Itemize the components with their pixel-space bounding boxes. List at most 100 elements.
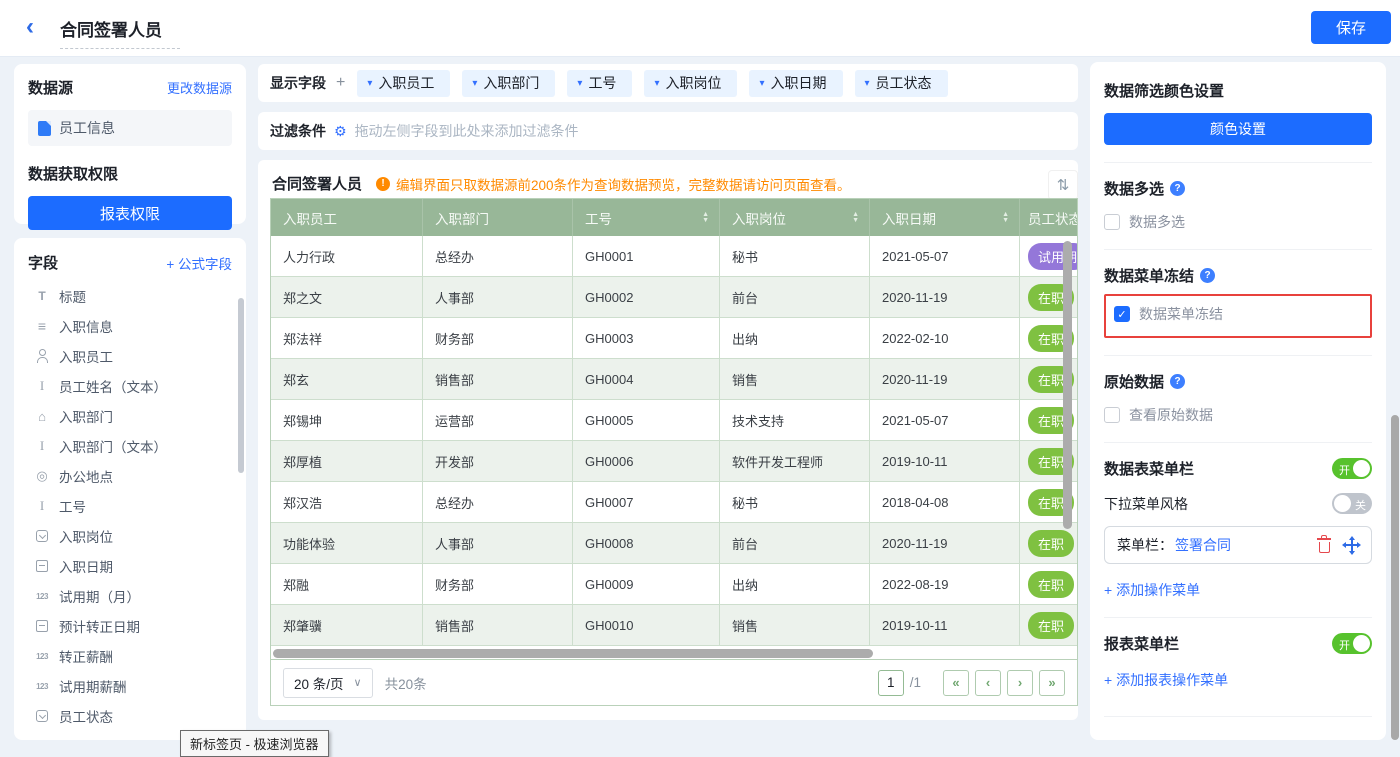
field-item[interactable]: 工号 [28, 491, 232, 521]
move-icon[interactable] [1344, 538, 1359, 553]
last-page-button[interactable]: » [1039, 670, 1065, 696]
menu-item-link[interactable]: 签署合同 [1175, 535, 1231, 555]
table-header-row: 入职员工入职部门 工号▲▼入职岗位▲▼入职日期▲▼员工状态 [271, 199, 1077, 236]
table-row[interactable]: 功能体验人事部GH0008前台2020-11-19在职 [271, 523, 1077, 564]
menu-item-prefix: 菜单栏： [1117, 535, 1173, 555]
window-scrollbar[interactable] [1391, 415, 1399, 740]
display-field-chip[interactable]: ▾入职日期 [749, 70, 842, 97]
table-column-header[interactable]: 入职日期▲▼ [870, 199, 1020, 236]
field-item[interactable]: 试用期薪酬 [28, 671, 232, 701]
first-page-button[interactable]: « [943, 670, 969, 696]
field-item[interactable]: 入职部门（文本） [28, 431, 232, 461]
display-field-chip[interactable]: ▾入职岗位 [644, 70, 737, 97]
table-cell: 郑肇骥 [271, 605, 423, 645]
back-icon[interactable]: ‹ [26, 13, 34, 41]
sort-arrows-icon[interactable]: ▲▼ [1002, 212, 1009, 224]
field-item[interactable]: 转正薪酬 [28, 641, 232, 671]
field-item[interactable]: 入职日期 [28, 551, 232, 581]
select-icon [36, 530, 48, 542]
table-cell: 软件开发工程师 [720, 441, 870, 481]
table-row[interactable]: 郑肇骥销售部GH0010销售2019-10-11在职 [271, 605, 1077, 646]
report-menu-toggle[interactable]: 开 [1332, 633, 1372, 654]
table-cell: GH0010 [573, 605, 720, 645]
table-row[interactable]: 郑汉浩总经办GH0007秘书2018-04-08在职 [271, 482, 1077, 523]
dropdown-style-toggle[interactable]: 关 [1332, 493, 1372, 514]
table-row[interactable]: 郑玄销售部GH0004销售2020-11-19在职 [271, 359, 1077, 400]
help-icon[interactable]: ? [1170, 374, 1185, 389]
toggle-off-label: 关 [1355, 497, 1366, 513]
table-cell-status: 在职 [1020, 605, 1078, 645]
report-permission-button[interactable]: 报表权限 [28, 196, 232, 230]
field-item-label: 入职员工 [59, 346, 113, 366]
browser-tooltip: 新标签页 - 极速浏览器 [180, 730, 329, 757]
add-action-menu-link[interactable]: + 添加操作菜单 [1104, 580, 1372, 600]
display-field-chip[interactable]: ▾工号 [567, 70, 632, 97]
column-label: 入职部门 [435, 208, 489, 228]
table-row[interactable]: 郑融财务部GH0009出纳2022-08-19在职 [271, 564, 1077, 605]
datasource-item[interactable]: 员工信息 [28, 110, 232, 146]
divider [1104, 716, 1372, 717]
field-item[interactable]: 预计转正日期 [28, 611, 232, 641]
field-item[interactable]: 试用期（月） [28, 581, 232, 611]
table-column-header[interactable]: 员工状态 [1020, 199, 1078, 236]
field-item[interactable]: 员工状态 [28, 701, 232, 731]
add-report-action-menu-link[interactable]: + 添加报表操作菜单 [1104, 670, 1372, 690]
menu-freeze-checkbox[interactable]: ✓ [1114, 306, 1130, 322]
table-cell: 人力行政 [271, 236, 423, 276]
field-list-scrollbar[interactable] [238, 298, 244, 473]
table-column-header[interactable]: 入职部门 [423, 199, 573, 236]
field-item[interactable]: 标题 [28, 281, 232, 311]
field-item[interactable]: 入职信息 [28, 311, 232, 341]
sort-down-icon: ▼ [852, 218, 859, 224]
field-item-label: 入职部门 [59, 406, 113, 426]
settings-panel: 数据筛选颜色设置 颜色设置 数据多选 ? 数据多选 数据菜单冻结 ? ✓ 数据菜… [1090, 62, 1386, 740]
chip-label: 入职员工 [378, 73, 434, 93]
datasource-panel: 数据源 更改数据源 员工信息 数据获取权限 报表权限 [14, 64, 246, 224]
display-field-chip[interactable]: ▾入职部门 [462, 70, 555, 97]
table-cell: GH0004 [573, 359, 720, 399]
table-cell: 开发部 [423, 441, 573, 481]
table-column-header[interactable]: 入职岗位▲▼ [720, 199, 870, 236]
chip-label: 员工状态 [876, 73, 932, 93]
field-item[interactable]: 员工姓名（文本） [28, 371, 232, 401]
sort-arrows-icon[interactable]: ▲▼ [702, 212, 709, 224]
change-datasource-link[interactable]: 更改数据源 [167, 78, 232, 97]
raw-data-checkbox[interactable] [1104, 407, 1120, 423]
table-cell: GH0008 [573, 523, 720, 563]
table-menu-toggle[interactable]: 开 [1332, 458, 1372, 479]
help-icon[interactable]: ? [1170, 181, 1185, 196]
delete-icon[interactable] [1319, 542, 1330, 553]
current-page-input[interactable]: 1 [878, 670, 904, 696]
page-size-select[interactable]: 20 条/页 ∨ [283, 668, 373, 698]
table-row[interactable]: 郑之文人事部GH0002前台2020-11-19在职 [271, 277, 1077, 318]
save-button[interactable]: 保存 [1311, 11, 1391, 44]
display-field-chip[interactable]: ▾员工状态 [855, 70, 948, 97]
table-horizontal-scrollbar[interactable] [273, 649, 873, 658]
sort-toggle-button[interactable]: ⇅ [1048, 170, 1078, 200]
sort-arrows-icon[interactable]: ▲▼ [852, 212, 859, 224]
field-item[interactable]: 入职岗位 [28, 521, 232, 551]
color-setting-button[interactable]: 颜色设置 [1104, 113, 1372, 145]
table-vertical-scrollbar[interactable] [1063, 241, 1072, 529]
table-row[interactable]: 郑法祥财务部GH0003出纳2022-02-10在职 [271, 318, 1077, 359]
multi-select-checkbox[interactable] [1104, 214, 1120, 230]
gear-icon[interactable]: ⚙ [334, 123, 347, 140]
table-row[interactable]: 郑锡坤运营部GH0005技术支持2021-05-07在职 [271, 400, 1077, 441]
field-item[interactable]: 办公地点 [28, 461, 232, 491]
table-column-header[interactable]: 入职员工 [271, 199, 423, 236]
add-display-field-button[interactable]: + [336, 74, 345, 92]
field-list: 标题入职信息入职员工员工姓名（文本） 入职部门入职部门（文本）办公地点工号入职岗位… [28, 281, 232, 731]
help-icon[interactable]: ? [1200, 268, 1215, 283]
field-item[interactable]: 入职员工 [28, 341, 232, 371]
table-row[interactable]: 人力行政总经办GH0001秘书2021-05-07试用期 [271, 236, 1077, 277]
table-column-header[interactable]: 工号▲▼ [573, 199, 720, 236]
prev-page-button[interactable]: ‹ [975, 670, 1001, 696]
display-field-chip[interactable]: ▾入职员工 [357, 70, 450, 97]
next-page-button[interactable]: › [1007, 670, 1033, 696]
multi-select-row: 数据多选 [1104, 212, 1372, 232]
number-icon [34, 648, 50, 664]
field-item[interactable]: 入职部门 [28, 401, 232, 431]
page-count: /1 [910, 675, 921, 690]
add-formula-field-link[interactable]: + 公式字段 [166, 253, 232, 273]
table-row[interactable]: 郑厚植开发部GH0006软件开发工程师2019-10-11在职 [271, 441, 1077, 482]
